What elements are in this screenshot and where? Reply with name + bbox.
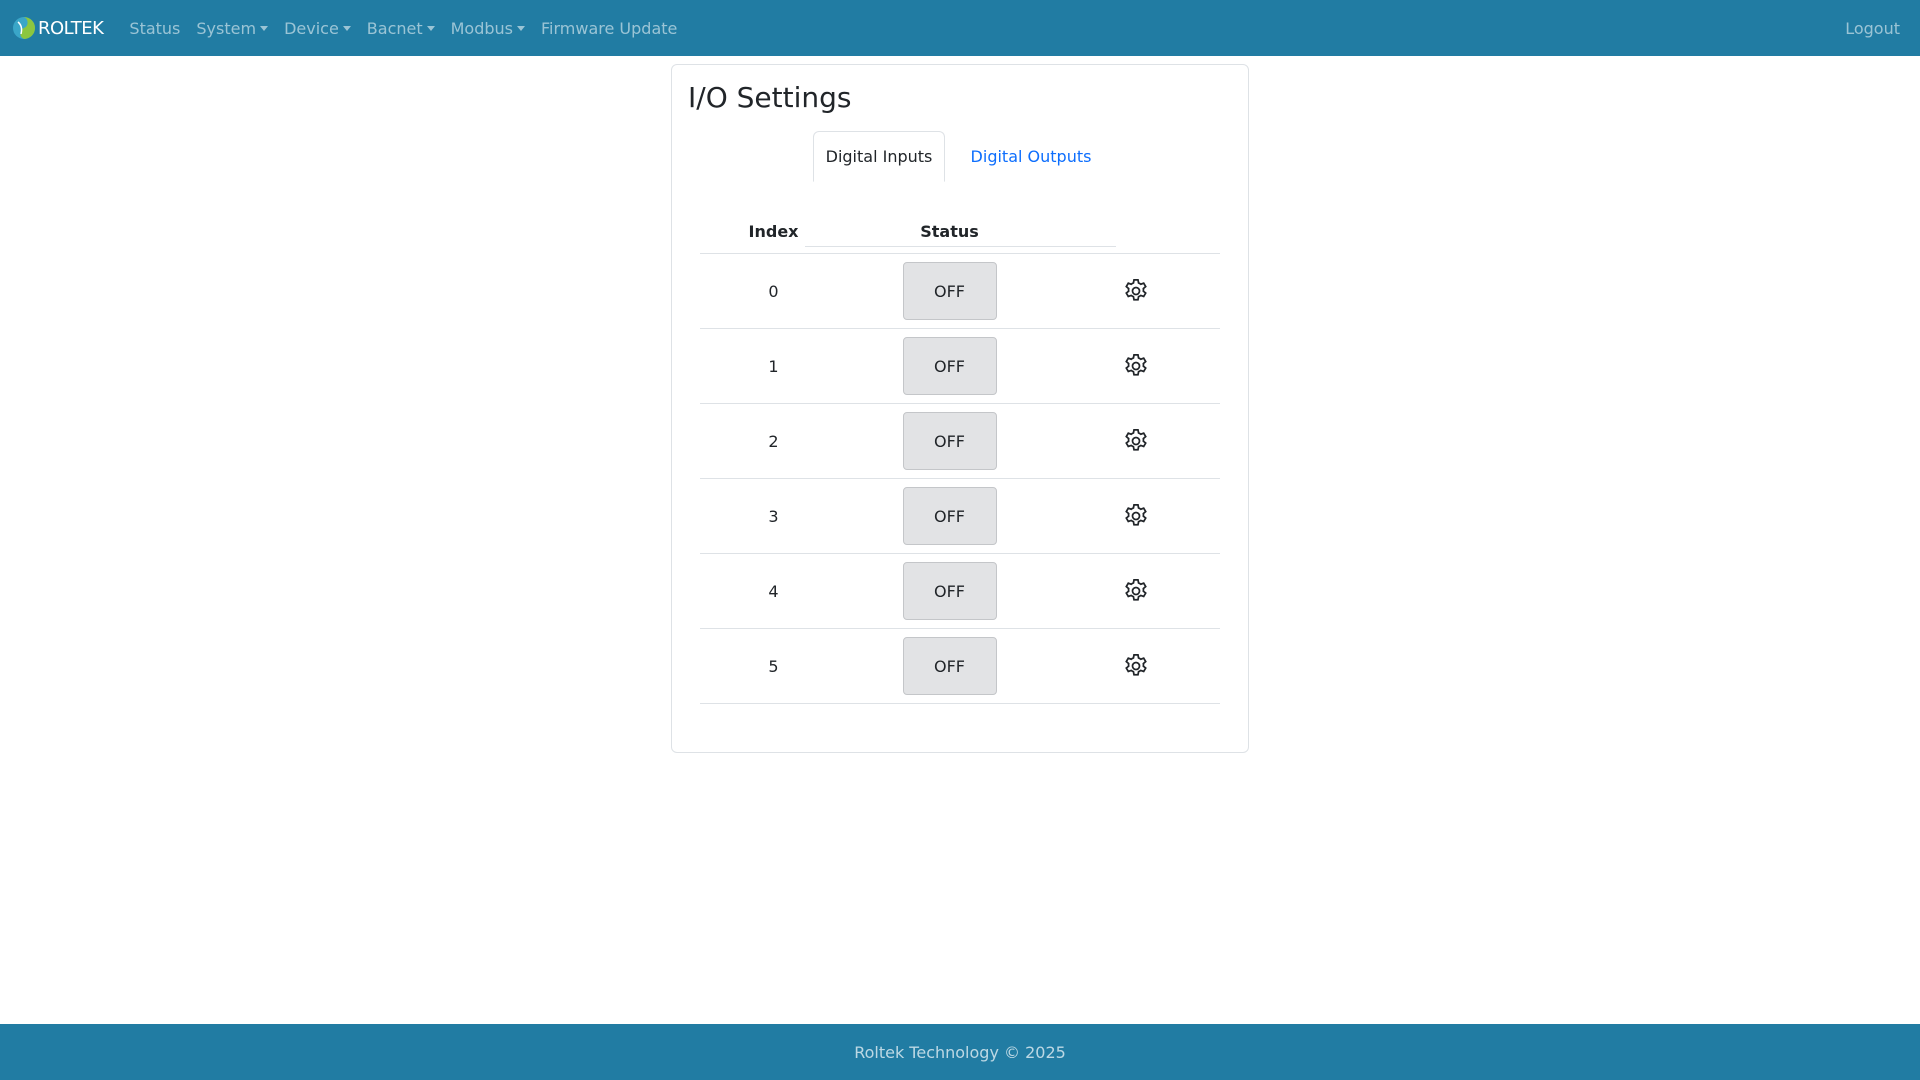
footer-copyright: Roltek Technology © 2025 — [854, 1042, 1066, 1062]
caret-down-icon — [426, 25, 435, 31]
status-toggle-button[interactable]: OFF — [902, 412, 997, 470]
row-index: 5 — [768, 656, 779, 676]
nav-item-label: System — [196, 18, 257, 38]
gear-icon[interactable] — [1122, 277, 1150, 305]
row-index: 2 — [768, 431, 779, 451]
row-index: 3 — [768, 506, 779, 526]
io-settings-card: I/O Settings Digital Inputs Digital Outp… — [671, 64, 1249, 753]
nav-menu: Status System Device Bacnet Modbus Firmw… — [121, 11, 685, 46]
header-index: Index — [748, 222, 799, 241]
caret-down-icon — [517, 25, 526, 31]
tab-label: Digital Outputs — [970, 146, 1092, 166]
table-row: 0 OFF — [700, 254, 1220, 329]
page-title: I/O Settings — [688, 81, 852, 114]
row-index: 0 — [768, 281, 779, 301]
digital-inputs-table: Index Status 0 OFF 1 OFF 2 OFF 3 OFF 4 O… — [700, 210, 1220, 704]
gear-icon[interactable] — [1122, 652, 1150, 680]
table-row: 5 OFF — [700, 629, 1220, 704]
table-header: Index Status — [700, 210, 1220, 254]
page-footer: Roltek Technology © 2025 — [0, 1024, 1920, 1080]
table-row: 2 OFF — [700, 404, 1220, 479]
status-toggle-button[interactable]: OFF — [902, 262, 997, 320]
caret-down-icon — [342, 25, 351, 31]
nav-item-firmware-update[interactable]: Firmware Update — [533, 11, 685, 46]
row-index: 1 — [768, 356, 779, 376]
row-index: 4 — [768, 581, 779, 601]
nav-item-label: Firmware Update — [541, 18, 678, 38]
nav-item-modbus[interactable]: Modbus — [443, 11, 533, 46]
status-toggle-button[interactable]: OFF — [902, 637, 997, 695]
nav-item-label: Bacnet — [366, 18, 423, 38]
nav-item-system[interactable]: System — [188, 11, 276, 46]
brand-name: ROLTEK — [38, 17, 104, 39]
status-toggle-button[interactable]: OFF — [902, 337, 997, 395]
gear-icon[interactable] — [1122, 502, 1150, 530]
gear-icon[interactable] — [1122, 352, 1150, 380]
table-row: 1 OFF — [700, 329, 1220, 404]
logout-label: Logout — [1845, 18, 1900, 38]
caret-down-icon — [260, 25, 269, 31]
status-toggle-button[interactable]: OFF — [902, 487, 997, 545]
header-status: Status — [920, 222, 979, 241]
status-toggle-button[interactable]: OFF — [902, 562, 997, 620]
nav-item-label: Device — [284, 18, 339, 38]
top-navbar: ROLTEK Status System Device Bacnet Modbu… — [0, 0, 1920, 56]
roltek-logo-icon — [13, 17, 35, 39]
table-row: 3 OFF — [700, 479, 1220, 554]
gear-icon[interactable] — [1122, 577, 1150, 605]
nav-item-status[interactable]: Status — [121, 11, 188, 46]
logout-link[interactable]: Logout — [1837, 11, 1908, 46]
nav-item-label: Modbus — [450, 18, 514, 38]
gear-icon[interactable] — [1122, 427, 1150, 455]
brand-link[interactable]: ROLTEK — [12, 16, 104, 40]
tab-digital-inputs[interactable]: Digital Inputs — [813, 131, 945, 182]
nav-item-label: Status — [129, 18, 181, 38]
nav-item-device[interactable]: Device — [276, 11, 359, 46]
tab-label: Digital Inputs — [825, 147, 933, 166]
table-row: 4 OFF — [700, 554, 1220, 629]
tab-digital-outputs[interactable]: Digital Outputs — [961, 131, 1101, 181]
nav-item-bacnet[interactable]: Bacnet — [359, 11, 443, 46]
